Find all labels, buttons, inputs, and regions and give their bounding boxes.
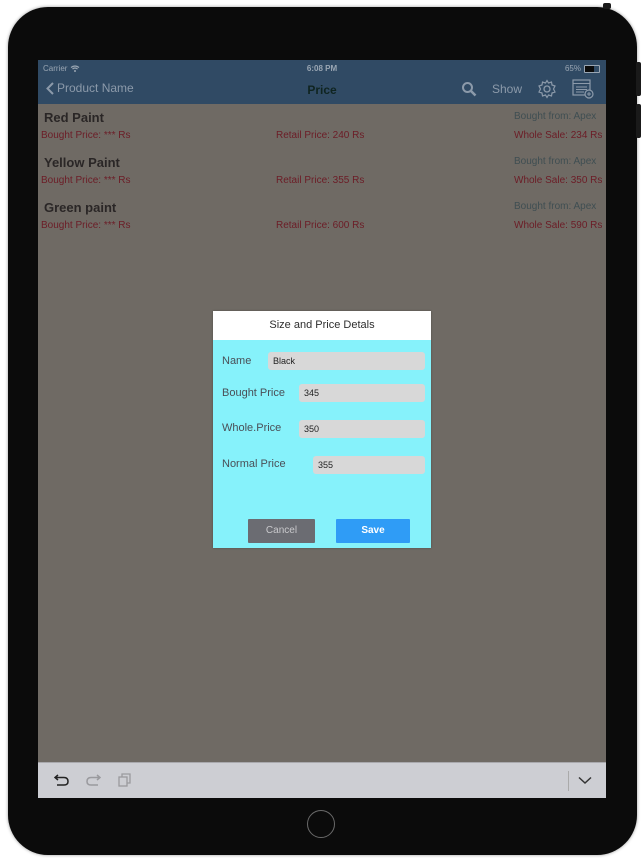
retail-price: Retail Price: 240 Rs xyxy=(276,130,365,141)
whole-price-label: Whole.Price xyxy=(222,422,282,434)
bought-from: Bought from: Apex xyxy=(514,156,597,167)
product-name: Yellow Paint xyxy=(44,155,120,170)
volume-up-button xyxy=(636,62,641,96)
cancel-button[interactable]: Cancel xyxy=(248,519,315,543)
keyboard-toolbar xyxy=(38,762,606,798)
dialog-title: Size and Price Detals xyxy=(213,311,431,340)
name-input[interactable] xyxy=(268,352,425,370)
product-row[interactable]: Red Paint Bought from: Apex Bought Price… xyxy=(38,104,606,149)
undo-icon[interactable] xyxy=(54,773,70,787)
home-button[interactable] xyxy=(307,810,335,838)
search-icon[interactable] xyxy=(461,81,477,97)
toolbar-divider xyxy=(568,771,569,791)
retail-price: Retail Price: 355 Rs xyxy=(276,175,365,186)
price-details-dialog: Size and Price Detals Name Bought Price … xyxy=(213,311,431,548)
product-name: Green paint xyxy=(44,200,117,215)
product-row[interactable]: Yellow Paint Bought from: Apex Bought Pr… xyxy=(38,149,606,194)
paste-icon[interactable] xyxy=(118,773,132,787)
bought-price: Bought Price: *** Rs xyxy=(41,130,131,141)
whole-price-input[interactable] xyxy=(299,420,425,438)
name-label: Name xyxy=(222,355,252,367)
bought-price: Bought Price: *** Rs xyxy=(41,220,131,231)
clock: 6:08 PM xyxy=(306,64,338,73)
product-name: Red Paint xyxy=(44,110,104,125)
nav-actions: Show xyxy=(461,79,594,99)
battery-icon xyxy=(584,64,600,73)
product-row[interactable]: Green paint Bought from: Apex Bought Pri… xyxy=(38,194,606,239)
bought-from: Bought from: Apex xyxy=(514,201,597,212)
redo-icon[interactable] xyxy=(85,773,101,787)
bought-price-input[interactable] xyxy=(299,384,425,402)
gear-icon[interactable] xyxy=(537,79,557,99)
navigation-bar: Product Name Price Show xyxy=(38,76,606,104)
retail-price: Retail Price: 600 Rs xyxy=(276,220,365,231)
show-button[interactable]: Show xyxy=(492,82,522,96)
add-list-icon[interactable] xyxy=(572,79,594,99)
bought-price: Bought Price: *** Rs xyxy=(41,175,131,186)
whole-sale-price: Whole Sale: 234 Rs xyxy=(514,130,603,141)
save-button[interactable]: Save xyxy=(336,519,410,543)
volume-down-button xyxy=(636,104,641,138)
status-bar: Carrier 6:08 PM 65% xyxy=(38,60,606,76)
bought-from: Bought from: Apex xyxy=(514,111,597,122)
normal-price-input[interactable] xyxy=(313,456,425,474)
bought-price-label: Bought Price xyxy=(222,387,285,399)
top-button xyxy=(603,3,611,9)
chevron-down-icon[interactable] xyxy=(578,776,592,785)
battery-percent: 65% xyxy=(564,64,581,73)
battery-indicator: 65% xyxy=(565,64,600,73)
whole-sale-price: Whole Sale: 590 Rs xyxy=(514,220,603,231)
whole-sale-price: Whole Sale: 350 Rs xyxy=(514,175,603,186)
normal-price-label: Normal Price xyxy=(222,458,286,470)
